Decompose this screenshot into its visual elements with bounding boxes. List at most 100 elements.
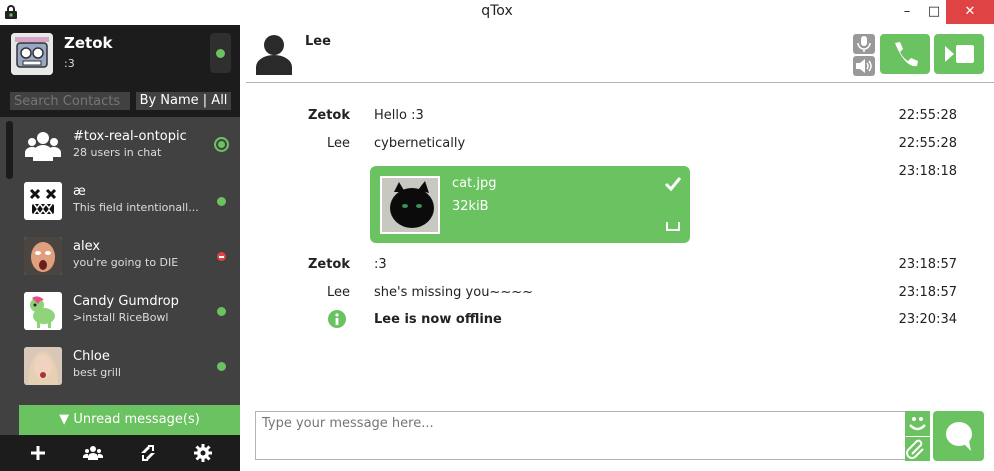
online-status-icon [214,137,229,152]
group-chat-icon[interactable] [83,443,103,463]
image-thumbnail[interactable] [380,176,440,234]
contact-avatar [24,292,62,330]
contact-avatar [24,237,62,275]
online-status-icon [217,197,226,206]
video-call-button[interactable] [934,34,984,74]
profile-name[interactable]: Zetok [64,34,113,52]
message-author: Lee [326,285,350,300]
photo-face-icon [24,237,62,275]
contact-status-message: you're going to DIE [73,256,179,269]
online-status-icon [217,307,226,316]
contact-status-message: best grill [73,366,121,379]
bottom-toolbar [0,435,240,471]
title-bar: qTox – □ ✕ [0,0,994,25]
message-text: cybernetically [374,136,466,151]
contact-item[interactable]: #tox-real-ontopic 28 users in chat [0,121,240,176]
phone-icon [895,42,918,67]
message-timestamp: 22:55:28 [898,136,957,151]
message-timestamp: 23:18:18 [898,164,957,179]
contact-name: #tox-real-ontopic [73,129,187,144]
chat-contact-name: Lee [305,34,331,49]
paperclip-icon [906,439,924,459]
online-status-icon [216,49,225,58]
info-icon [328,310,346,328]
message-row: Zetok :3 23:18:57 [246,257,994,277]
robot-avatar-icon [11,33,53,75]
triangle-down-icon: ▼ [59,412,74,427]
maximize-button[interactable]: □ [919,0,949,24]
contact-name: Candy Gumdrop [73,294,179,309]
audio-call-button[interactable] [880,34,930,74]
unread-label: Unread message(s) [73,412,200,427]
contact-list[interactable]: #tox-real-ontopic 28 users in chat æ Thi… [0,121,240,407]
volume-button[interactable] [853,56,875,76]
message-author: Lee [326,136,350,151]
close-button[interactable]: ✕ [946,0,994,24]
contact-avatar [24,182,62,220]
message-row: Lee cybernetically 22:55:28 [246,136,994,156]
file-transfers-icon[interactable] [138,443,158,463]
user-avatar-icon [256,35,292,75]
microphone-icon [857,36,871,52]
contact-status-message: 28 users in chat [73,146,162,159]
contact-name: alex [73,239,101,254]
contact-status-message: >install RiceBowl [73,311,169,324]
message-text: Hello :3 [374,108,424,123]
online-status-icon [217,362,226,371]
profile-panel: Zetok :3 [0,25,240,85]
search-bar: By Name | All [0,85,240,117]
speaker-icon [856,59,872,73]
send-button[interactable] [933,411,984,461]
chat-log: Zetok Hello :3 22:55:28 Lee cybernetical… [246,84,994,404]
contact-item[interactable]: Chloe best grill [0,341,240,396]
microphone-button[interactable] [853,34,875,54]
busy-status-icon [217,252,226,261]
minimize-button[interactable]: – [892,0,922,24]
unread-messages-button[interactable]: ▼ Unread message(s) [19,405,240,435]
message-timestamp: 23:18:57 [898,285,957,300]
open-folder-icon[interactable] [666,221,680,231]
message-input[interactable] [255,411,906,460]
status-button[interactable] [210,33,231,73]
contact-item[interactable]: alex you're going to DIE [0,231,240,286]
checkmark-icon [664,177,682,192]
contact-status-message: This field intentionall... [73,201,199,214]
cat-photo-icon [382,178,438,232]
smiley-icon [909,417,926,431]
contact-name: æ [73,184,86,199]
video-camera-icon [945,45,974,63]
message-author: Zetok [307,108,350,123]
system-message-row: Lee is now offline 23:20:34 [246,310,994,332]
message-timestamp: 23:18:57 [898,257,957,272]
dead-face-icon [24,182,62,220]
contact-name: Chloe [73,349,110,364]
sort-filter-button[interactable]: By Name | All [136,92,231,110]
search-input[interactable] [10,92,130,110]
emoji-button[interactable] [905,411,930,436]
profile-avatar[interactable] [11,33,53,75]
file-name: cat.jpg [452,176,497,191]
contact-item[interactable]: Candy Gumdrop >install RiceBowl [0,286,240,341]
message-timestamp: 23:20:34 [898,312,957,327]
speech-bubble-icon [946,422,972,451]
pony-icon [24,292,62,330]
message-text: :3 [374,257,387,272]
contact-item[interactable]: æ This field intentionall... [0,176,240,231]
file-size: 32kiB [452,199,489,214]
chat-header: Lee [246,25,994,83]
photo-face-icon [24,347,62,385]
message-author: Zetok [307,257,350,272]
attach-file-button[interactable] [905,437,930,461]
add-contact-icon[interactable] [28,443,48,463]
sidebar: Zetok :3 By Name | All #tox-real-ontopic [0,25,240,471]
message-text: she's missing you~~~~ [374,285,534,300]
group-icon [24,127,62,165]
message-row: Lee she's missing you~~~~ 23:18:57 [246,285,994,305]
settings-gear-icon[interactable] [193,443,213,463]
file-transfer-card[interactable]: cat.jpg 32kiB [370,166,690,243]
profile-status-message[interactable]: :3 [64,57,75,70]
message-timestamp: 22:55:28 [898,108,957,123]
contact-avatar [24,347,62,385]
window-title: qTox [481,3,513,19]
system-message-text: Lee is now offline [374,312,502,327]
